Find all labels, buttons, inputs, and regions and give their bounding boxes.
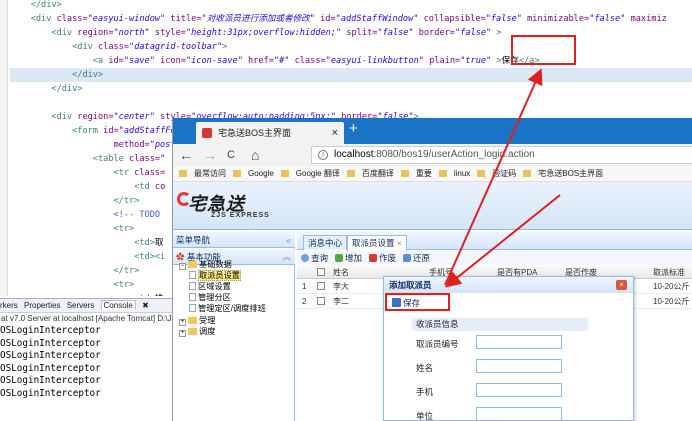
annotation-arrow <box>444 68 561 288</box>
arrow-to-code <box>444 68 543 286</box>
